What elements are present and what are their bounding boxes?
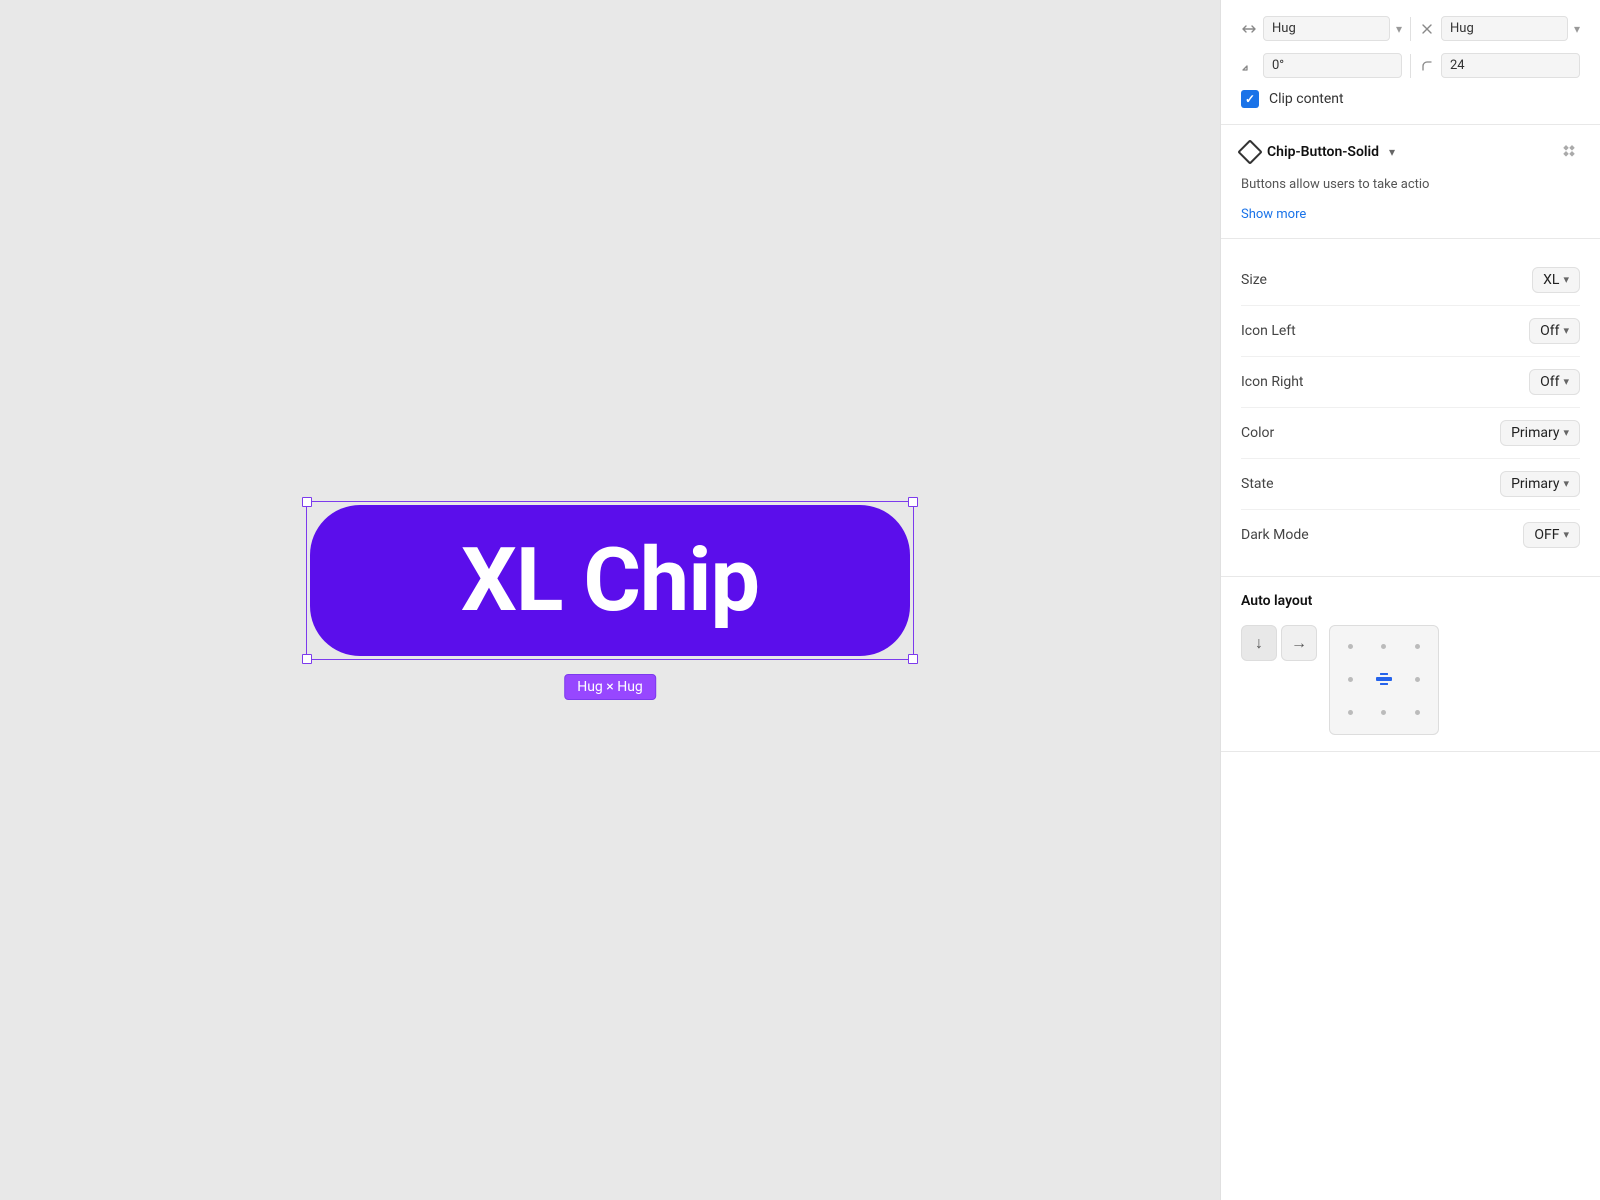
- prop-label-dark-mode: Dark Mode: [1241, 527, 1309, 543]
- prop-label-size: Size: [1241, 272, 1267, 288]
- prop-dark-mode-chevron: ▾: [1563, 528, 1569, 541]
- direction-buttons: ↓ →: [1241, 625, 1317, 661]
- hug-label: Hug × Hug: [564, 674, 656, 700]
- prop-value-state[interactable]: Primary ▾: [1500, 471, 1580, 497]
- prop-row-dark-mode: Dark Mode OFF ▾: [1241, 510, 1580, 560]
- properties-section: Size XL ▾ Icon Left Off ▾ Icon Right Off…: [1221, 239, 1600, 577]
- component-expand-icon[interactable]: ▾: [1389, 145, 1395, 159]
- rotation-value[interactable]: 0°: [1263, 53, 1402, 78]
- dim-separator-2: [1410, 54, 1411, 78]
- corner-group: 24: [1419, 53, 1580, 78]
- align-dot-mr[interactable]: [1403, 665, 1432, 694]
- show-more-link[interactable]: Show more: [1241, 207, 1306, 222]
- corner-value[interactable]: 24: [1441, 53, 1580, 78]
- prop-row-size: Size XL ▾: [1241, 255, 1580, 306]
- prop-color-chevron: ▾: [1563, 426, 1569, 439]
- corner-radius-icon: [1419, 58, 1435, 74]
- component-section: Chip-Button-Solid ▾ Buttons allow users …: [1221, 125, 1600, 239]
- align-dot-br[interactable]: [1403, 698, 1432, 727]
- rotation-corner-row: 0° 24: [1241, 53, 1580, 78]
- align-dot-tc[interactable]: [1369, 632, 1398, 661]
- corner-handle-bl[interactable]: [302, 654, 312, 664]
- diamond-icon: [1237, 139, 1262, 164]
- four-diamond-icon[interactable]: [1562, 141, 1580, 163]
- prop-value-icon-right[interactable]: Off ▾: [1529, 369, 1580, 395]
- align-center-icon[interactable]: [1369, 665, 1398, 694]
- height-value[interactable]: Hug: [1441, 16, 1568, 41]
- prop-label-color: Color: [1241, 425, 1274, 441]
- width-value[interactable]: Hug: [1263, 16, 1390, 41]
- prop-size-text: XL: [1543, 272, 1559, 288]
- corner-handle-tr[interactable]: [908, 497, 918, 507]
- prop-size-chevron: ▾: [1563, 273, 1569, 286]
- prop-label-icon-left: Icon Left: [1241, 323, 1296, 339]
- corner-handle-br[interactable]: [908, 654, 918, 664]
- prop-icon-left-chevron: ▾: [1563, 324, 1569, 337]
- auto-layout-title: Auto layout: [1241, 593, 1580, 609]
- prop-icon-right-chevron: ▾: [1563, 375, 1569, 388]
- prop-value-color[interactable]: Primary ▾: [1500, 420, 1580, 446]
- component-description: Buttons allow users to take actio: [1241, 175, 1580, 195]
- height-chevron-icon[interactable]: ▾: [1574, 22, 1580, 36]
- height-x-icon: [1419, 21, 1435, 37]
- corner-handle-tl[interactable]: [302, 497, 312, 507]
- canvas: XL Chip Hug × Hug: [0, 0, 1220, 1200]
- prop-value-dark-mode[interactable]: OFF ▾: [1523, 522, 1580, 548]
- right-panel: Hug ▾ Hug ▾ 0°: [1220, 0, 1600, 1200]
- align-dot-tl[interactable]: [1336, 632, 1365, 661]
- prop-row-icon-right: Icon Right Off ▾: [1241, 357, 1580, 408]
- prop-state-chevron: ▾: [1563, 477, 1569, 490]
- rotation-icon: [1241, 58, 1257, 74]
- component-name: Chip-Button-Solid: [1267, 144, 1379, 160]
- component-header: Chip-Button-Solid ▾: [1241, 141, 1580, 163]
- width-group: Hug ▾: [1241, 16, 1402, 41]
- align-dot-tr[interactable]: [1403, 632, 1432, 661]
- prop-dark-mode-text: OFF: [1534, 527, 1559, 543]
- clip-row: Clip content: [1241, 90, 1580, 108]
- component-title-row: Chip-Button-Solid ▾: [1241, 143, 1395, 161]
- prop-state-text: Primary: [1511, 476, 1559, 492]
- align-dot-ml[interactable]: [1336, 665, 1365, 694]
- auto-layout-controls: ↓ →: [1241, 625, 1580, 735]
- clip-label: Clip content: [1269, 91, 1344, 107]
- direction-down-button[interactable]: ↓: [1241, 625, 1277, 661]
- prop-row-icon-left: Icon Left Off ▾: [1241, 306, 1580, 357]
- prop-value-size[interactable]: XL ▾: [1532, 267, 1580, 293]
- chip-button[interactable]: XL Chip: [310, 505, 910, 656]
- prop-icon-left-text: Off: [1540, 323, 1559, 339]
- width-height-row: Hug ▾ Hug ▾: [1241, 16, 1580, 41]
- prop-icon-right-text: Off: [1540, 374, 1559, 390]
- width-arrows-icon: [1241, 21, 1257, 37]
- prop-label-icon-right: Icon Right: [1241, 374, 1304, 390]
- prop-color-text: Primary: [1511, 425, 1559, 441]
- alignment-grid[interactable]: [1329, 625, 1439, 735]
- clip-checkbox[interactable]: [1241, 90, 1259, 108]
- prop-label-state: State: [1241, 476, 1274, 492]
- width-chevron-icon[interactable]: ▾: [1396, 22, 1402, 36]
- dim-separator: [1410, 17, 1411, 41]
- rotation-group: 0°: [1241, 53, 1402, 78]
- chip-text: XL Chip: [461, 529, 759, 632]
- prop-row-state: State Primary ▾: [1241, 459, 1580, 510]
- height-group: Hug ▾: [1419, 16, 1580, 41]
- chip-component[interactable]: XL Chip Hug × Hug: [310, 505, 910, 656]
- prop-row-color: Color Primary ▾: [1241, 408, 1580, 459]
- dimensions-section: Hug ▾ Hug ▾ 0°: [1221, 0, 1600, 125]
- prop-value-icon-left[interactable]: Off ▾: [1529, 318, 1580, 344]
- auto-layout-section: Auto layout ↓ →: [1221, 577, 1600, 752]
- align-dot-bl[interactable]: [1336, 698, 1365, 727]
- align-dot-bc[interactable]: [1369, 698, 1398, 727]
- direction-right-button[interactable]: →: [1281, 625, 1317, 661]
